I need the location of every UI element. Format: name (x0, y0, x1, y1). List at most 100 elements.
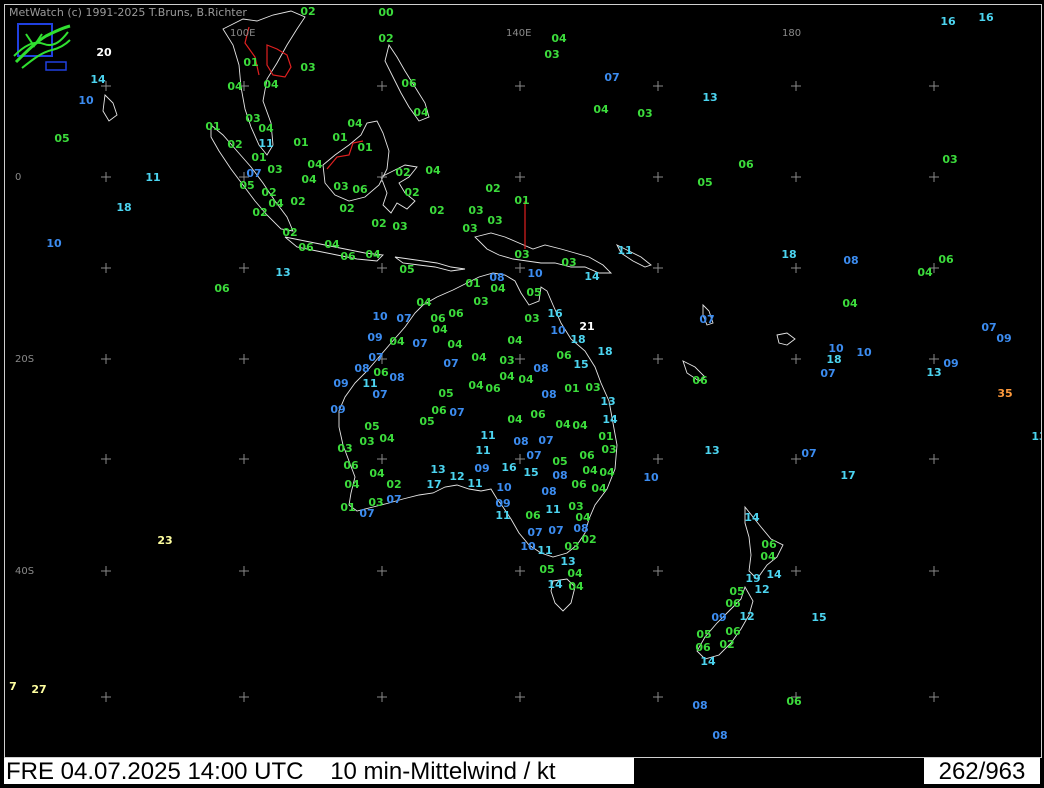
wind-observation[interactable]: 06 (448, 307, 464, 320)
wind-observation[interactable]: 04 (568, 580, 584, 593)
wind-observation[interactable]: 16 (940, 15, 956, 28)
wind-observation[interactable]: 04 (468, 379, 484, 392)
wind-observation[interactable]: 04 (471, 351, 487, 364)
wind-observation[interactable]: 01 (340, 501, 355, 514)
wind-observation[interactable]: 03 (462, 222, 477, 235)
wind-observation[interactable]: 08 (541, 388, 556, 401)
wind-observation[interactable]: 04 (263, 78, 279, 91)
wind-observation[interactable]: 06 (401, 77, 417, 90)
wind-observation[interactable]: 05 (399, 263, 414, 276)
wind-observation[interactable]: 07 (526, 449, 541, 462)
wind-observation[interactable]: 05 (552, 455, 567, 468)
wind-observation[interactable]: 02 (485, 182, 500, 195)
wind-observation[interactable]: 03 (942, 153, 957, 166)
wind-observation[interactable]: 10 (496, 481, 512, 494)
wind-observation[interactable]: 05 (419, 415, 434, 428)
wind-observation[interactable]: 10 (520, 540, 536, 553)
wind-observation[interactable]: 18 (597, 345, 612, 358)
wind-observation[interactable]: 06 (485, 382, 501, 395)
wind-observation[interactable]: 06 (579, 449, 595, 462)
wind-observation[interactable]: 06 (725, 625, 741, 638)
wind-observation[interactable]: 18 (781, 248, 796, 261)
wind-observation[interactable]: 01 (465, 277, 480, 290)
wind-observation[interactable]: 04 (344, 478, 360, 491)
wind-observation[interactable]: 04 (379, 432, 395, 445)
wind-observation[interactable]: 07 (538, 434, 553, 447)
wind-observation[interactable]: 04 (425, 164, 441, 177)
wind-observation[interactable]: 03 (561, 256, 576, 269)
wind-observation[interactable]: 14 (584, 270, 600, 283)
wind-observation[interactable]: 07 (443, 357, 458, 370)
wind-observation[interactable]: 11 (617, 244, 632, 257)
wind-observation[interactable]: 02 (395, 166, 410, 179)
wind-observation[interactable]: 04 (416, 296, 432, 309)
wind-observation[interactable]: 06 (530, 408, 546, 421)
wind-observation[interactable]: 04 (258, 122, 274, 135)
wind-observation[interactable]: 11 (467, 477, 482, 490)
wind-observation[interactable]: 05 (364, 420, 379, 433)
wind-observation[interactable]: 08 (843, 254, 858, 267)
wind-observation[interactable]: 09 (996, 332, 1011, 345)
wind-observation[interactable]: 03 (359, 435, 374, 448)
wind-observation[interactable]: 06 (571, 478, 587, 491)
wind-observation[interactable]: 04 (507, 413, 523, 426)
wind-observation[interactable]: 07 (449, 406, 464, 419)
wind-observation[interactable]: 06 (340, 250, 356, 263)
wind-observation[interactable]: 08 (541, 485, 556, 498)
wind-observation[interactable]: 09 (474, 462, 489, 475)
wind-observation[interactable]: 13 (702, 91, 717, 104)
wind-observation-map[interactable]: 100E 140E 180020S40S 02 0016 162002 040301 031… (5, 5, 1042, 758)
wind-observation[interactable]: 14 (700, 655, 716, 668)
wind-observation[interactable]: 02 (300, 5, 315, 18)
wind-observation[interactable]: 18 (570, 333, 585, 346)
wind-observation[interactable]: 17 (426, 478, 441, 491)
wind-observation[interactable]: 14 (602, 413, 618, 426)
wind-observation[interactable]: 03 (544, 48, 559, 61)
wind-observation[interactable]: 01 (357, 141, 372, 154)
wind-observation[interactable]: 03 (637, 107, 652, 120)
wind-observation[interactable]: 21 (579, 320, 594, 333)
wind-observation[interactable]: 13 (926, 366, 941, 379)
wind-observation[interactable]: 13 (1031, 430, 1042, 443)
wind-observation[interactable]: 14 (744, 511, 760, 524)
wind-observation[interactable]: 05 (54, 132, 69, 145)
wind-observation[interactable]: 02 (339, 202, 354, 215)
wind-observation[interactable]: 08 (712, 729, 727, 742)
wind-observation[interactable]: 04 (518, 373, 534, 386)
wind-observation[interactable]: 15 (523, 466, 538, 479)
wind-observation[interactable]: 18 (116, 201, 131, 214)
wind-observation[interactable]: 09 (333, 377, 348, 390)
wind-observation[interactable]: 04 (324, 238, 340, 251)
wind-observation[interactable]: 10 (78, 94, 94, 107)
wind-observation[interactable]: 05 (239, 179, 254, 192)
wind-observation[interactable]: 03 (487, 214, 502, 227)
wind-observation[interactable]: 04 (591, 482, 607, 495)
wind-observation[interactable]: 07 (386, 493, 401, 506)
wind-observation[interactable]: 14 (90, 73, 106, 86)
wind-observation[interactable]: 08 (389, 371, 404, 384)
wind-observation[interactable]: 06 (695, 641, 711, 654)
wind-observation[interactable]: 15 (573, 358, 588, 371)
wind-observation[interactable]: 04 (599, 466, 615, 479)
wind-observation[interactable]: 06 (352, 183, 368, 196)
wind-observation[interactable]: 10 (372, 310, 388, 323)
wind-observation[interactable]: 06 (938, 253, 954, 266)
wind-observation[interactable]: 07 (604, 71, 619, 84)
wind-observation[interactable]: 06 (525, 509, 541, 522)
wind-observation[interactable]: 14 (766, 568, 782, 581)
wind-observation[interactable]: 09 (711, 611, 726, 624)
wind-observation[interactable]: 03 (524, 312, 539, 325)
wind-observation[interactable]: 06 (556, 349, 572, 362)
wind-observation[interactable]: 08 (533, 362, 548, 375)
wind-observation[interactable]: 06 (786, 695, 802, 708)
wind-observation[interactable]: 10 (527, 267, 543, 280)
wind-observation[interactable]: 04 (227, 80, 243, 93)
wind-observation[interactable]: 01 (564, 382, 579, 395)
wind-observation[interactable]: 07 (699, 313, 714, 326)
wind-observation[interactable]: 13 (275, 266, 290, 279)
wind-observation[interactable]: 01 (251, 151, 266, 164)
wind-observation[interactable]: 07 (981, 321, 996, 334)
wind-observation[interactable]: 02 (371, 217, 386, 230)
wind-observation[interactable]: 16 (978, 11, 994, 24)
wind-observation[interactable]: 06 (738, 158, 754, 171)
